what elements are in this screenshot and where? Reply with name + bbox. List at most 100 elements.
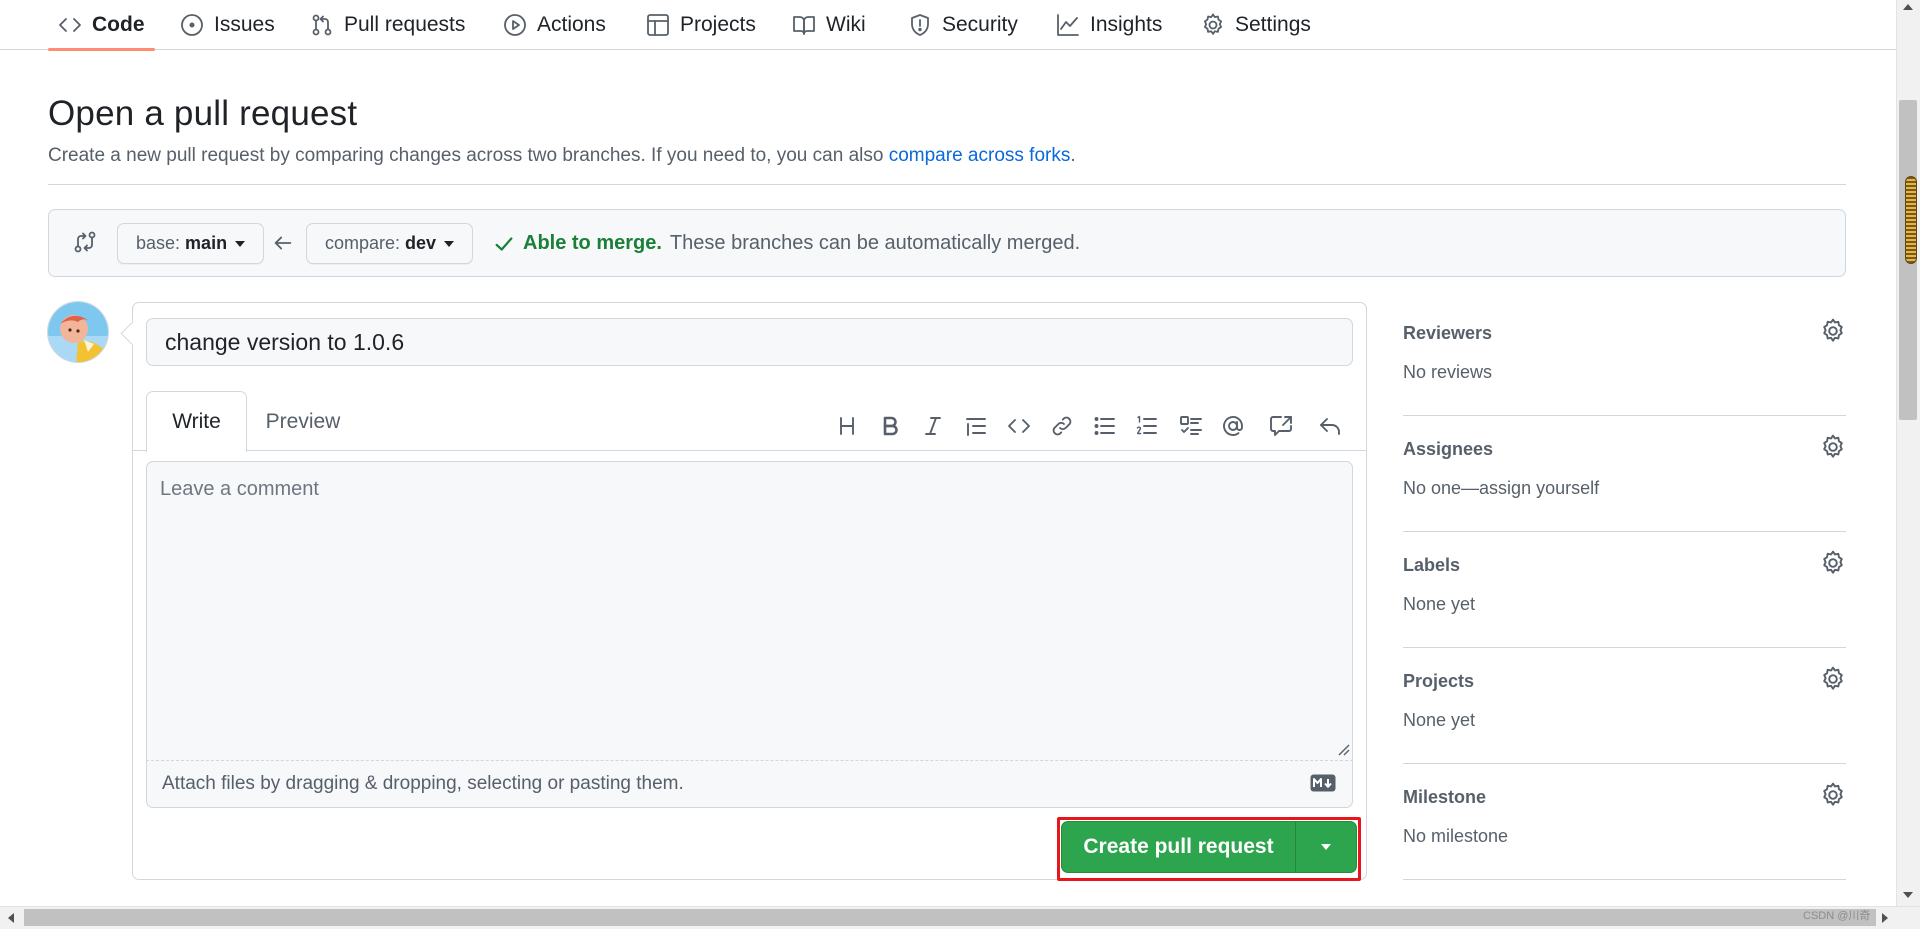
task-list-icon <box>1180 416 1202 435</box>
toolbar-reply[interactable] <box>1316 412 1344 440</box>
attach-files-text: Attach files by dragging & dropping, sel… <box>162 773 684 794</box>
scroll-up-arrow-icon[interactable] <box>1903 4 1913 10</box>
nav-tab-label: Security <box>942 13 1018 36</box>
sidebar-section-value: No milestone <box>1403 826 1509 846</box>
sidebar-section-value: No reviews <box>1403 362 1493 382</box>
bullet-list-icon <box>1094 417 1115 435</box>
heading-icon <box>840 417 854 435</box>
toolbar-heading[interactable] <box>833 412 861 440</box>
pull-request-icon <box>312 14 332 36</box>
bold-icon <box>883 416 898 436</box>
nav-tab-security[interactable]: Security <box>898 0 1028 50</box>
nav-tab-pull-requests[interactable]: Pull requests <box>300 0 475 50</box>
nav-tab-code[interactable]: Code <box>48 0 155 51</box>
branch-compare-bar: base: main compare: dev Able to merge. T… <box>48 209 1846 277</box>
sidebar-section-title[interactable]: Projects <box>1403 671 1474 692</box>
toolbar-cross-reference[interactable] <box>1267 412 1295 440</box>
table-icon <box>647 14 669 36</box>
compare-branch-prefix: compare: <box>325 233 401 253</box>
nav-tab-wiki[interactable]: Wiki <box>782 0 876 50</box>
compare-branch-select[interactable]: compare: dev <box>306 223 474 264</box>
file-attachment-bar[interactable]: Attach files by dragging & dropping, sel… <box>146 761 1353 808</box>
scroll-right-arrow-icon[interactable] <box>1882 913 1888 923</box>
gear-icon[interactable] <box>1820 782 1846 808</box>
create-pull-request-button[interactable]: Create pull request <box>1062 822 1296 872</box>
merge-status-ok: Able to merge. <box>523 232 662 254</box>
toolbar-bullet-list[interactable] <box>1091 412 1119 440</box>
arrow-left-icon <box>274 236 292 250</box>
check-icon <box>495 236 513 251</box>
markdown-icon[interactable] <box>1310 774 1336 792</box>
avatar-image <box>48 302 108 362</box>
toolbar-mention[interactable] <box>1219 412 1247 440</box>
page-description-text: Create a new pull request by comparing c… <box>48 145 884 166</box>
scroll-down-arrow-icon[interactable] <box>1903 892 1913 898</box>
book-icon <box>793 16 815 35</box>
nav-tab-label: Wiki <box>826 13 866 36</box>
issue-icon <box>181 14 203 36</box>
sidebar-assignees: Assignees No one—assign yourself <box>1403 416 1846 532</box>
nav-tab-insights[interactable]: Insights <box>1046 0 1172 50</box>
chevron-down-icon <box>1321 844 1331 850</box>
toolbar-code[interactable] <box>1005 412 1033 440</box>
chevron-down-icon <box>235 240 246 247</box>
cross-reference-icon <box>1270 416 1292 436</box>
toolbar-bold[interactable] <box>876 412 904 440</box>
base-branch-select[interactable]: base: main <box>117 223 265 264</box>
sidebar-labels: Labels None yet <box>1403 532 1846 648</box>
nav-tab-label: Settings <box>1235 13 1311 36</box>
repo-nav: Code Issues Pull requests Actions Projec… <box>0 0 1896 51</box>
toolbar-task-list[interactable] <box>1177 412 1205 440</box>
base-branch-prefix: base: <box>136 233 181 253</box>
create-pull-request-button-group: Create pull request <box>1061 821 1357 873</box>
sidebar-section-value[interactable]: No one—assign yourself <box>1403 478 1599 499</box>
comment-textarea[interactable] <box>146 461 1353 761</box>
reply-icon <box>1320 418 1340 435</box>
graph-icon <box>1057 14 1079 36</box>
nav-tab-label: Issues <box>214 13 275 36</box>
sidebar-projects: Projects None yet <box>1403 648 1846 764</box>
gear-icon[interactable] <box>1820 550 1846 576</box>
tab-write[interactable]: Write <box>146 391 247 452</box>
sidebar-section-title[interactable]: Milestone <box>1403 787 1486 808</box>
code-icon <box>1008 419 1030 433</box>
nav-tab-actions[interactable]: Actions <box>493 0 616 50</box>
sidebar-section-title[interactable]: Reviewers <box>1403 323 1492 344</box>
sidebar-section-value: None yet <box>1403 710 1476 730</box>
nav-tab-projects[interactable]: Projects <box>636 0 766 50</box>
sidebar-section-title[interactable]: Assignees <box>1403 439 1493 460</box>
shield-icon <box>911 14 929 36</box>
toolbar-quote[interactable] <box>962 412 990 440</box>
toolbar-numbered-list[interactable] <box>1133 412 1161 440</box>
toolbar-italic[interactable] <box>919 412 947 440</box>
header-divider <box>48 184 1846 185</box>
merge-status: Able to merge. These branches can be aut… <box>493 232 1080 255</box>
sidebar-section-title[interactable]: Labels <box>1403 555 1460 576</box>
nav-tab-issues[interactable]: Issues <box>170 0 285 50</box>
toolbar-link[interactable] <box>1048 412 1076 440</box>
resize-grip-icon[interactable] <box>1338 744 1350 756</box>
tab-preview[interactable]: Preview <box>253 391 353 452</box>
description-suffix: . <box>1070 145 1076 166</box>
page-description: Create a new pull request by comparing c… <box>48 145 1076 167</box>
nav-tab-label: Pull requests <box>344 13 466 36</box>
compare-across-forks-link[interactable]: compare across forks <box>889 145 1071 166</box>
italic-icon <box>925 417 941 435</box>
horizontal-scrollbar-thumb[interactable] <box>24 909 1876 926</box>
sidebar-milestone: Milestone No milestone <box>1403 764 1846 880</box>
create-options-dropdown-button[interactable] <box>1296 822 1356 872</box>
numbered-list-icon <box>1136 415 1157 435</box>
nav-tab-settings[interactable]: Settings <box>1191 0 1321 50</box>
sidebar-section-value: None yet <box>1403 594 1476 614</box>
gear-icon[interactable] <box>1820 318 1846 344</box>
nav-tab-label: Insights <box>1090 13 1163 36</box>
gear-icon[interactable] <box>1820 434 1846 460</box>
avatar[interactable] <box>47 301 109 363</box>
nav-tab-label: Code <box>92 13 145 36</box>
mention-icon <box>1223 416 1243 436</box>
scrollbar-grip[interactable] <box>1905 176 1917 264</box>
pull-request-title-input[interactable] <box>146 318 1353 366</box>
scroll-left-arrow-icon[interactable] <box>8 913 14 923</box>
gear-icon <box>1204 13 1222 35</box>
gear-icon[interactable] <box>1820 666 1846 692</box>
